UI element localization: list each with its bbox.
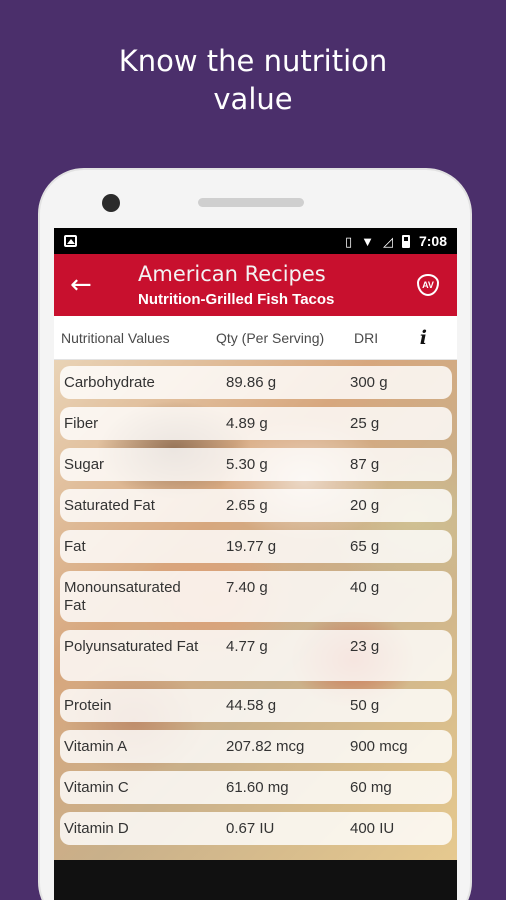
vibrate-icon: ▯ [344,233,353,249]
nutrient-name: Protein [64,697,112,714]
nutrient-name: Vitamin C [64,779,129,796]
nutrient-qty: 2.65 g [226,497,268,514]
battery-icon [401,234,410,248]
nutrient-name: Fat [64,538,86,555]
nutrient-dri: 25 g [350,415,380,432]
table-row: Carbohydrate 89.86 g 300 g [60,366,452,399]
nutrient-qty: 89.86 g [226,374,277,391]
nutrient-name: Vitamin A [64,738,128,755]
app-bar: ← American Recipes Nutrition-Grilled Fis… [54,254,457,316]
nutrient-qty: 61.60 mg [226,779,289,796]
header-dri: DRI [354,329,379,346]
nutrient-qty: 4.89 g [226,415,268,432]
nutrition-list: Carbohydrate 89.86 g 300 g Fiber 4.89 g … [60,366,452,853]
nutrient-dri: 50 g [350,697,380,714]
nutrient-dri: 87 g [350,456,380,473]
nutrient-dri: 60 mg [350,779,392,796]
table-row: Saturated Fat 2.65 g 20 g [60,489,452,522]
table-row: Sugar 5.30 g 87 g [60,448,452,481]
nutrient-name: Fiber [64,415,99,432]
app-logo-icon[interactable]: AV [417,274,439,296]
nutrient-name: Vitamin D [64,820,129,837]
header-qty: Qty (Per Serving) [216,329,325,346]
nutrient-dri: 40 g [350,579,380,596]
nutrient-qty: 7.40 g [226,579,268,596]
table-row: Fat 19.77 g 65 g [60,530,452,563]
nutrient-qty: 207.82 mcg [226,738,305,755]
back-arrow-icon[interactable]: ← [70,270,92,300]
no-signal-icon: ◿ [382,233,393,249]
page-subtitle: Nutrition-Grilled Fish Tacos [138,291,335,308]
table-header: Nutritional Values Qty (Per Serving) DRI… [54,316,457,360]
status-bar: ▯ ▼ ◿ 7:08 [54,228,457,254]
nutrient-qty: 5.30 g [226,456,268,473]
table-row: Fiber 4.89 g 25 g [60,407,452,440]
nutrient-qty: 4.77 g [226,638,268,655]
nutrient-dri: 300 g [350,374,388,391]
nutrient-qty: 44.58 g [226,697,277,714]
phone-frame: ▯ ▼ ◿ 7:08 ← American Recipes Nutrition-… [38,168,472,900]
camera-icon [102,194,120,212]
nutrient-name: Monounsaturated Fat [64,579,181,614]
nutrient-dri: 900 mcg [350,738,408,755]
app-title: American Recipes [138,262,326,286]
nutrient-name: Carbohydrate [64,374,155,391]
nutrient-qty: 19.77 g [226,538,277,555]
nutrient-name: Sugar [64,456,105,473]
table-row: Vitamin A 207.82 mcg 900 mcg [60,730,452,763]
promo-line-2: value [213,82,293,116]
nutrient-dri: 23 g [350,638,380,655]
table-row: Monounsaturated Fat 7.40 g 40 g [60,571,452,622]
promo-caption: Know the nutrition value [0,42,506,118]
nutrient-dri: 20 g [350,497,380,514]
wifi-icon: ▼ [361,233,374,249]
info-icon[interactable]: i [420,327,427,349]
nutrient-name: Polyunsaturated Fat [64,638,199,655]
table-row: Protein 44.58 g 50 g [60,689,452,722]
promo-line-1: Know the nutrition [118,44,388,78]
image-notification-icon [64,235,77,247]
table-row: Vitamin D 0.67 IU 400 IU [60,812,452,845]
clock: 7:08 [418,233,447,249]
nutrient-qty: 0.67 IU [226,820,275,837]
nutrient-dri: 65 g [350,538,380,555]
nutrient-name: Saturated Fat [64,497,155,514]
phone-screen: ▯ ▼ ◿ 7:08 ← American Recipes Nutrition-… [54,228,457,900]
table-row: Vitamin C 61.60 mg 60 mg [60,771,452,804]
header-nutritional-values: Nutritional Values [61,329,170,346]
table-row: Polyunsaturated Fat 4.77 g 23 g [60,630,452,681]
nutrition-content: Carbohydrate 89.86 g 300 g Fiber 4.89 g … [54,360,457,860]
speaker-grille [198,198,304,207]
nutrient-dri: 400 IU [350,820,395,837]
